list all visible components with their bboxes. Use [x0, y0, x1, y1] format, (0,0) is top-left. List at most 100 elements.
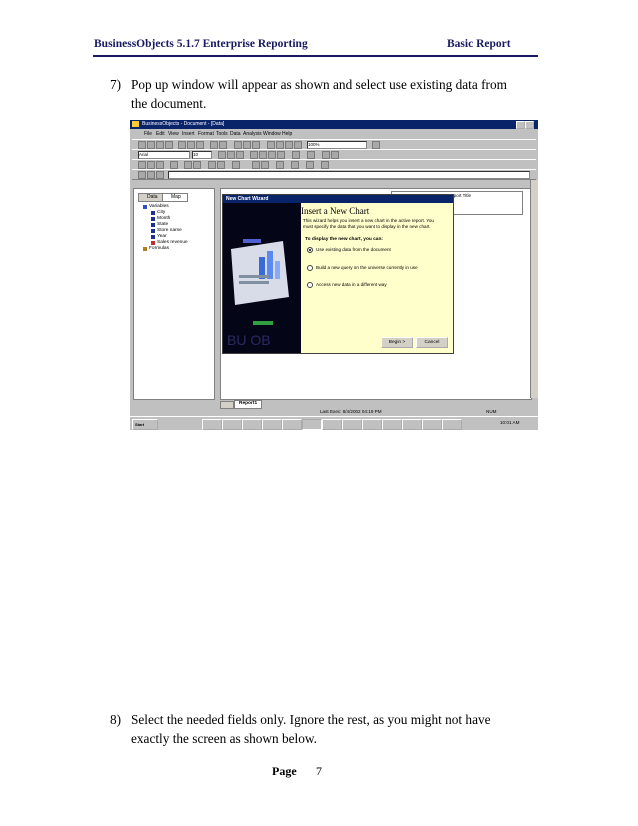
maximize-icon[interactable]	[525, 121, 534, 129]
italic-icon[interactable]	[227, 151, 235, 159]
option-new-data[interactable]: Access new data in a different way	[307, 282, 387, 288]
function-icon[interactable]	[156, 171, 164, 179]
insert-column-icon[interactable]	[261, 161, 269, 169]
cut-icon[interactable]	[178, 141, 186, 149]
bold-icon[interactable]	[218, 151, 226, 159]
taskbar-item[interactable]	[382, 419, 402, 430]
drill-icon[interactable]	[276, 141, 284, 149]
fill-color-icon[interactable]	[322, 151, 330, 159]
percent-icon[interactable]	[307, 151, 315, 159]
menu-edit[interactable]: Edit	[156, 131, 165, 137]
tree-item[interactable]: Year	[157, 234, 167, 239]
font-size-combo[interactable]: 10	[192, 151, 212, 159]
menu-window[interactable]: Window	[263, 131, 281, 137]
vertical-scrollbar[interactable]	[530, 180, 538, 398]
menu-file[interactable]: File	[144, 131, 152, 137]
border-icon[interactable]	[292, 151, 300, 159]
font-combo[interactable]: Arial	[138, 151, 190, 159]
menu-tools[interactable]: Tools	[216, 131, 228, 137]
help-icon[interactable]	[372, 141, 380, 149]
menu-analysis[interactable]: Analysis	[243, 131, 262, 137]
taskbar-item[interactable]	[422, 419, 442, 430]
taskbar-item[interactable]	[442, 419, 462, 430]
taskbar-item[interactable]	[402, 419, 422, 430]
paste-icon[interactable]	[196, 141, 204, 149]
freeze-icon[interactable]	[291, 161, 299, 169]
formula-icon[interactable]	[232, 161, 240, 169]
start-button[interactable]: Start	[132, 419, 158, 430]
taskbar-item-active[interactable]	[302, 419, 322, 430]
taskbar-item[interactable]	[202, 419, 222, 430]
crosstab-icon[interactable]	[243, 141, 251, 149]
redo-icon[interactable]	[219, 141, 227, 149]
tree-item[interactable]: Store name	[157, 228, 182, 233]
break-icon[interactable]	[147, 161, 155, 169]
refresh-icon[interactable]	[267, 141, 275, 149]
font-color-icon[interactable]	[331, 151, 339, 159]
variable-icon[interactable]	[217, 161, 225, 169]
menu-format[interactable]: Format	[198, 131, 214, 137]
cancel-button[interactable]: Cancel	[416, 337, 448, 348]
taskbar-item[interactable]	[262, 419, 282, 430]
new-icon[interactable]	[138, 141, 146, 149]
header-rule	[93, 55, 538, 57]
slice-dice-icon[interactable]	[285, 141, 293, 149]
zoom-combo[interactable]: 100%	[307, 141, 367, 149]
rank-icon[interactable]	[170, 161, 178, 169]
menu-data[interactable]: Data	[230, 131, 241, 137]
accept-formula-icon[interactable]	[147, 171, 155, 179]
measure-icon	[151, 241, 155, 245]
radio-icon[interactable]	[307, 282, 313, 288]
group-icon[interactable]	[208, 161, 216, 169]
tree-item[interactable]: Formulas	[149, 246, 169, 251]
tree-item[interactable]: Month	[157, 216, 170, 221]
calculation-icon[interactable]	[184, 161, 192, 169]
print-icon[interactable]	[165, 141, 173, 149]
search-icon[interactable]	[294, 141, 302, 149]
alerter-icon[interactable]	[193, 161, 201, 169]
header-section: Basic Report	[447, 38, 511, 50]
begin-button[interactable]: Begin >	[381, 337, 413, 348]
tab-map[interactable]: Map	[162, 193, 188, 202]
menu-help[interactable]: Help	[282, 131, 292, 137]
svg-text:BU OB: BU OB	[227, 332, 271, 348]
table-icon[interactable]	[234, 141, 242, 149]
taskbar-item[interactable]	[362, 419, 382, 430]
radio-icon[interactable]	[307, 265, 313, 271]
tree-item[interactable]: City	[157, 210, 165, 215]
align-center-icon[interactable]	[259, 151, 267, 159]
underline-icon[interactable]	[236, 151, 244, 159]
taskbar-item[interactable]	[222, 419, 242, 430]
menu-insert[interactable]: Insert	[182, 131, 195, 137]
taskbar-item[interactable]	[322, 419, 342, 430]
insert-row-icon[interactable]	[252, 161, 260, 169]
tree-item[interactable]: State	[157, 222, 168, 227]
filter-icon[interactable]	[138, 161, 146, 169]
template-icon[interactable]	[321, 161, 329, 169]
section-icon[interactable]	[306, 161, 314, 169]
open-icon[interactable]	[147, 141, 155, 149]
align-right-icon[interactable]	[268, 151, 276, 159]
option-existing-data[interactable]: Use existing data from the document	[307, 247, 391, 253]
taskbar-item[interactable]	[282, 419, 302, 430]
cancel-formula-icon[interactable]	[138, 171, 146, 179]
radio-selected-icon[interactable]	[307, 247, 313, 253]
justify-icon[interactable]	[277, 151, 285, 159]
save-icon[interactable]	[156, 141, 164, 149]
formula-bar	[132, 169, 536, 180]
menu-view[interactable]: View	[168, 131, 179, 137]
tree-item[interactable]: Variables	[149, 204, 169, 209]
option-new-query[interactable]: Build a new query on the universe curren…	[307, 265, 418, 271]
undo-icon[interactable]	[210, 141, 218, 149]
taskbar-item[interactable]	[242, 419, 262, 430]
formula-input[interactable]	[168, 171, 530, 179]
taskbar-item[interactable]	[342, 419, 362, 430]
align-left-icon[interactable]	[250, 151, 258, 159]
copy-icon[interactable]	[187, 141, 195, 149]
sort-icon[interactable]	[156, 161, 164, 169]
page-footer: Page 7	[272, 764, 322, 779]
chart-icon[interactable]	[252, 141, 260, 149]
pivot-icon[interactable]	[276, 161, 284, 169]
minimize-icon[interactable]	[516, 121, 525, 129]
tree-item[interactable]: Sales revenue	[157, 240, 188, 245]
